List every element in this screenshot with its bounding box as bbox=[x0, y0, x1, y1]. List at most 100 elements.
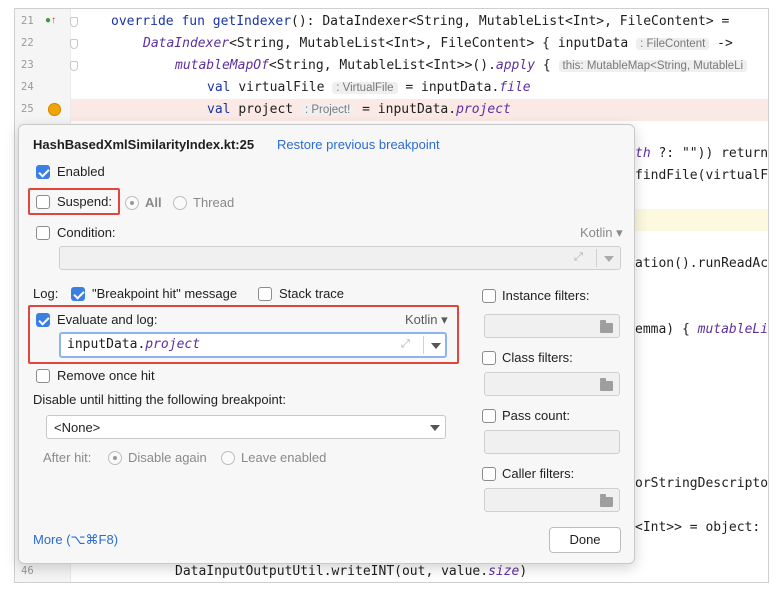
instance-filters-field[interactable] bbox=[484, 314, 620, 338]
line-number: 46 bbox=[21, 565, 34, 577]
dropdown-arrow-icon[interactable] bbox=[431, 343, 441, 349]
stack-trace-checkbox[interactable] bbox=[258, 287, 272, 301]
leave-enabled-radio[interactable] bbox=[221, 451, 235, 465]
more-link[interactable]: More (⌥⌘F8) bbox=[33, 532, 118, 548]
condition-language-dropdown[interactable]: Kotlin ▾ bbox=[580, 225, 623, 241]
gutter-line-21: 21 ●↑ bbox=[15, 11, 78, 33]
line-number: 23 bbox=[21, 59, 34, 71]
code-token: size bbox=[488, 564, 520, 579]
fold-marker-icon[interactable] bbox=[70, 17, 78, 27]
code-token: ?: "")) return bbox=[658, 146, 769, 161]
code-fragment[interactable]: orStringDescripto bbox=[635, 473, 768, 495]
gutter-line-22: 22 bbox=[15, 33, 78, 55]
class-filters-field[interactable] bbox=[484, 372, 620, 396]
breakpoint-hit-message-checkbox[interactable] bbox=[71, 287, 85, 301]
folder-icon[interactable] bbox=[600, 320, 613, 333]
fold-marker-icon[interactable] bbox=[70, 39, 78, 49]
remove-once-hit-checkbox[interactable] bbox=[36, 369, 50, 383]
enabled-checkbox[interactable] bbox=[36, 165, 50, 179]
code-token: = inputData. bbox=[354, 102, 457, 117]
breakpoint-settings-popup: HashBasedXmlSimilarityIndex.kt:25 Restor… bbox=[18, 124, 635, 564]
code-token: apply bbox=[495, 58, 536, 73]
code-token: inputData. bbox=[67, 337, 146, 352]
code-line-23[interactable]: mutableMapOf<String, MutableList<Int>>()… bbox=[175, 55, 748, 77]
expand-icon[interactable]: ⤢ bbox=[401, 338, 410, 351]
after-hit-label: After hit: bbox=[43, 450, 92, 465]
gutter-line-46: 46 bbox=[15, 561, 71, 582]
line-number: 22 bbox=[21, 37, 34, 49]
caller-filters-field[interactable] bbox=[484, 488, 620, 512]
line-number: 21 bbox=[21, 15, 34, 27]
condition-label: Condition: bbox=[57, 225, 116, 240]
code-token: DataInputOutputUtil.writeINT(out, value. bbox=[175, 564, 489, 579]
done-button[interactable]: Done bbox=[549, 527, 621, 553]
override-marker-icon[interactable]: ●↑ bbox=[45, 15, 56, 26]
pass-count-checkbox[interactable] bbox=[482, 409, 496, 423]
folder-icon[interactable] bbox=[600, 378, 613, 391]
code-token: mutableLi bbox=[697, 322, 769, 337]
suspend-thread-radio[interactable] bbox=[173, 196, 187, 210]
code-fragment[interactable]: <Int>> = object: bbox=[635, 517, 760, 539]
evaluate-language-dropdown[interactable]: Kotlin ▾ bbox=[405, 312, 448, 328]
suspend-checkbox[interactable] bbox=[36, 195, 50, 209]
code-fragment[interactable]: emma) { mutableLi bbox=[635, 319, 768, 341]
condition-checkbox[interactable] bbox=[36, 226, 50, 240]
caller-filters-checkbox[interactable] bbox=[482, 467, 496, 481]
code-token: virtualFile bbox=[238, 80, 333, 95]
instance-filters-checkbox[interactable] bbox=[482, 289, 496, 303]
line-number: 24 bbox=[21, 81, 34, 93]
class-filters-checkbox[interactable] bbox=[482, 351, 496, 365]
disable-again-label: Disable again bbox=[128, 450, 207, 465]
code-fragment[interactable]: th ?: "")) return bbox=[635, 143, 768, 165]
code-token: val bbox=[207, 102, 239, 117]
code-token: project bbox=[145, 337, 201, 352]
expand-icon[interactable]: ⤢ bbox=[574, 251, 583, 264]
current-line-highlight bbox=[621, 209, 768, 231]
breakpoint-hit-message-label: "Breakpoint hit" message bbox=[92, 286, 238, 301]
code-token: project bbox=[456, 102, 511, 117]
code-token: mutableMapOf bbox=[175, 58, 269, 73]
disable-until-value: <None> bbox=[54, 420, 101, 435]
remove-once-hit-label: Remove once hit bbox=[57, 368, 155, 383]
code-token: { bbox=[535, 58, 559, 73]
evaluate-expression-field[interactable]: inputData.project ⤢ bbox=[59, 332, 447, 358]
breakpoint-icon[interactable] bbox=[48, 103, 61, 116]
code-token: project bbox=[238, 102, 301, 117]
code-token: val bbox=[207, 80, 239, 95]
fold-marker-icon[interactable] bbox=[70, 61, 78, 71]
code-fragment[interactable]: findFile(virtualF bbox=[635, 165, 768, 187]
line-number: 25 bbox=[21, 103, 34, 115]
inlay-type-hint: this: MutableMap<String, MutableLi bbox=[558, 60, 748, 72]
folder-icon[interactable] bbox=[600, 494, 613, 507]
code-token: file bbox=[499, 80, 531, 95]
enabled-label: Enabled bbox=[57, 164, 105, 179]
inlay-type-hint: : Project! bbox=[300, 104, 355, 116]
field-divider bbox=[423, 336, 424, 354]
dropdown-arrow-icon[interactable] bbox=[604, 256, 614, 262]
disable-until-select[interactable]: <None> bbox=[46, 415, 446, 439]
gutter-line-24: 24 bbox=[15, 77, 71, 99]
gutter-line-25: 25 bbox=[15, 99, 71, 121]
disable-until-label: Disable until hitting the following brea… bbox=[33, 392, 286, 407]
code-token: override fun bbox=[111, 14, 213, 29]
code-line-46[interactable]: DataInputOutputUtil.writeINT(out, value.… bbox=[175, 561, 527, 582]
suspend-thread-label: Thread bbox=[193, 195, 235, 210]
inlay-type-hint: : VirtualFile bbox=[332, 82, 398, 94]
condition-field[interactable]: ⤢ bbox=[59, 246, 621, 270]
code-line-21[interactable]: override fun getIndexer(): DataIndexer<S… bbox=[111, 11, 729, 33]
leave-enabled-label: Leave enabled bbox=[241, 450, 327, 465]
code-token: (): DataIndexer<String, MutableList<Int>… bbox=[291, 14, 730, 29]
code-fragment[interactable]: ation().runReadAc bbox=[635, 253, 768, 275]
pass-count-field[interactable] bbox=[484, 430, 620, 454]
code-token: -> bbox=[709, 36, 733, 51]
disable-again-radio[interactable] bbox=[108, 451, 122, 465]
instance-filters-label: Instance filters: bbox=[502, 288, 590, 303]
dropdown-arrow-icon bbox=[430, 425, 440, 431]
code-line-24[interactable]: val virtualFile : VirtualFile = inputDat… bbox=[207, 77, 531, 99]
code-line-22[interactable]: DataIndexer<String, MutableList<Int>, Fi… bbox=[143, 33, 733, 55]
code-line-25[interactable]: val project : Project! = inputData.proje… bbox=[207, 99, 511, 121]
restore-breakpoint-link[interactable]: Restore previous breakpoint bbox=[277, 137, 440, 152]
evaluate-and-log-checkbox[interactable] bbox=[36, 313, 50, 327]
evaluate-and-log-label: Evaluate and log: bbox=[57, 312, 158, 327]
suspend-all-radio[interactable] bbox=[125, 196, 139, 210]
